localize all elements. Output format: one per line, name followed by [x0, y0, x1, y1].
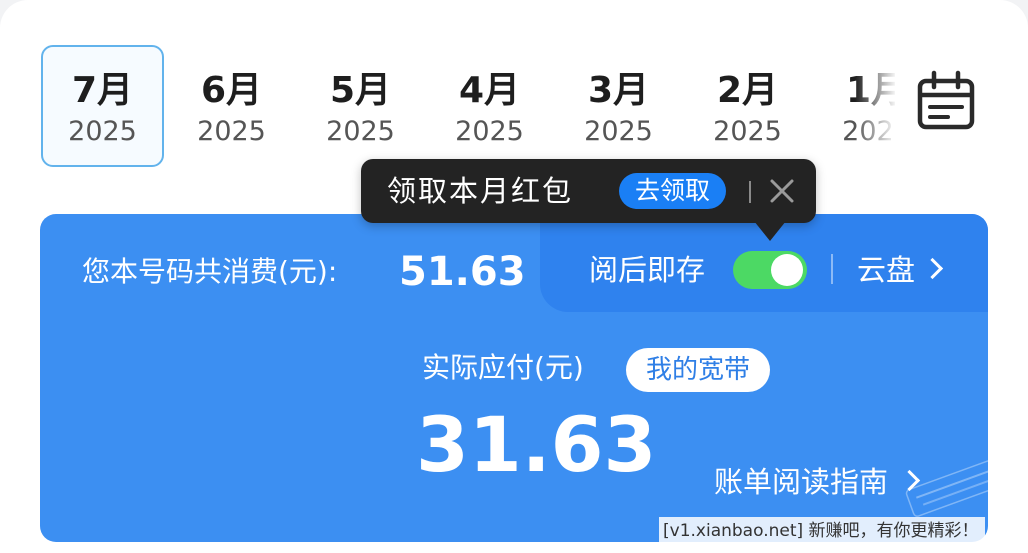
bill-card: 您本号码共消费(元): 51.63 阅后即存 云盘 实际应付(元) 我的宽带 3… — [40, 214, 988, 542]
close-icon — [770, 179, 794, 203]
amount-due-label: 实际应付(元) — [422, 351, 584, 384]
bill-guide-label: 账单阅读指南 — [714, 465, 889, 499]
month-tab-jun[interactable]: 6月 2025 — [170, 45, 293, 167]
chevron-right-icon — [921, 257, 944, 280]
year-label: 2025 — [713, 116, 782, 147]
month-label: 7月 — [71, 70, 134, 111]
tooltip-text: 领取本月红包 — [387, 174, 574, 208]
bill-guide-link[interactable]: 账单阅读指南 — [714, 460, 921, 504]
year-label: 2025 — [197, 116, 266, 147]
month-label: 5月 — [329, 70, 392, 111]
month-tab-mar[interactable]: 3月 2025 — [557, 45, 680, 167]
tooltip-close-button[interactable] — [764, 173, 800, 209]
amount-due-value: 31.63 — [416, 400, 657, 489]
my-broadband-button[interactable]: 我的宽带 — [626, 348, 771, 392]
tooltip-divider — [749, 181, 751, 203]
month-label: 6月 — [200, 70, 263, 111]
year-label: 2025 — [455, 116, 524, 147]
month-label: 3月 — [587, 70, 650, 111]
month-tab-apr[interactable]: 4月 2025 — [428, 45, 551, 167]
month-label: 2月 — [716, 70, 779, 111]
claim-button[interactable]: 去领取 — [619, 173, 727, 209]
divider — [831, 254, 833, 284]
month-tab-jul[interactable]: 7月 2025 — [41, 45, 164, 167]
tooltip-arrow — [754, 221, 786, 241]
cloud-drive-link[interactable]: 云盘 — [857, 248, 944, 292]
year-label: 2025 — [326, 116, 395, 147]
calendar-button[interactable] — [908, 65, 984, 141]
month-tab-feb[interactable]: 2月 2025 — [686, 45, 809, 167]
red-packet-tooltip: 领取本月红包 去领取 — [361, 159, 816, 223]
calendar-icon — [917, 70, 975, 130]
cloud-drive-label: 云盘 — [857, 253, 916, 287]
save-after-read-toggle[interactable] — [733, 251, 807, 289]
year-label: 2025 — [68, 116, 137, 147]
scroll-fade — [855, 40, 895, 180]
month-tab-may[interactable]: 5月 2025 — [299, 45, 422, 167]
total-spend-label: 您本号码共消费(元): — [82, 255, 338, 288]
year-label: 2025 — [584, 116, 653, 147]
save-after-read-label: 阅后即存 — [589, 253, 706, 287]
toggle-knob — [771, 254, 803, 286]
bill-page: 7月 2025 6月 2025 5月 2025 4月 2025 3月 2025 … — [0, 0, 1028, 553]
total-spend-value: 51.63 — [399, 249, 526, 295]
site-watermark: [v1.xianbao.net] 新赚吧，有你更精彩！ — [659, 517, 985, 545]
month-label: 4月 — [458, 70, 521, 111]
